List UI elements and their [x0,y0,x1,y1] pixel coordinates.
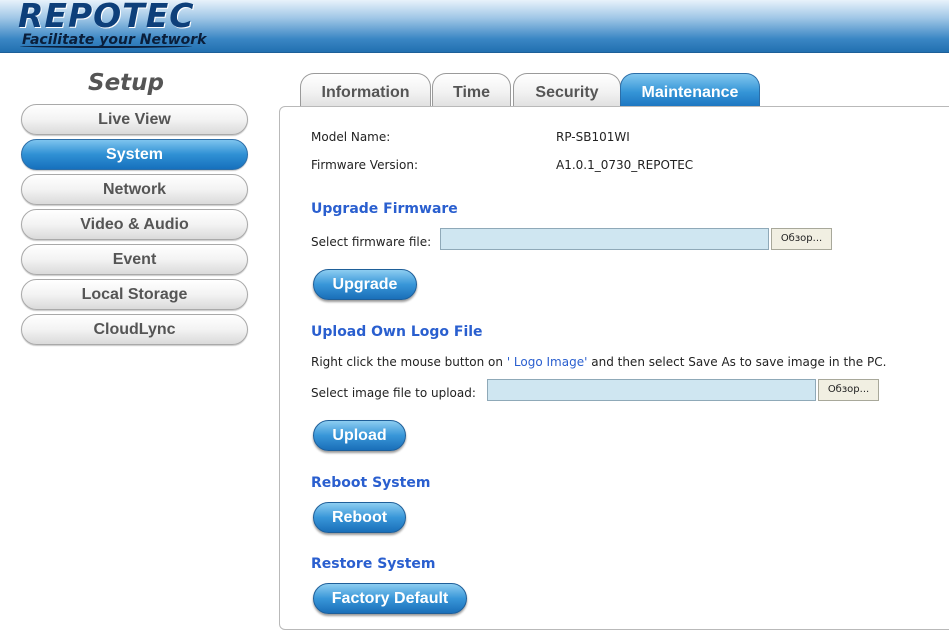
logo-hint-text: Right click the mouse button on ' Logo I… [311,355,886,369]
sidebar-item-network[interactable]: Network [21,174,248,205]
restore-system-title: Restore System [311,556,436,572]
factory-default-button[interactable]: Factory Default [313,583,467,614]
logo-hint-prefix: Right click the mouse button on [311,355,503,369]
logo-swoosh-icon [20,44,192,48]
logo-file-input[interactable] [487,379,816,401]
upgrade-button[interactable]: Upgrade [313,269,417,300]
firmware-version-label: Firmware Version: [311,158,418,172]
sidebar-nav: Live View System Network Video & Audio E… [21,104,248,349]
reboot-button[interactable]: Reboot [313,502,406,533]
firmware-file-input[interactable] [440,228,769,250]
sidebar-item-live-view[interactable]: Live View [21,104,248,135]
maintenance-panel: Model Name: RP-SB101WI Firmware Version:… [279,106,949,630]
repotec-logo: REPOTEC Facilitate your Network [18,0,206,48]
upload-logo-title: Upload Own Logo File [311,324,483,340]
tab-maintenance[interactable]: Maintenance [620,73,760,107]
firmware-file-label: Select firmware file: [311,235,432,249]
model-name-label: Model Name: [311,130,391,144]
model-name-value: RP-SB101WI [556,130,630,144]
logo-main-text: REPOTEC [18,0,195,35]
firmware-browse-button[interactable]: Обзор... [771,228,832,250]
upload-button[interactable]: Upload [313,420,406,451]
logo-image-link[interactable]: ' Logo Image' [507,355,588,369]
sidebar-item-cloudlync[interactable]: CloudLync [21,314,248,345]
tab-time[interactable]: Time [432,73,511,107]
sidebar-item-event[interactable]: Event [21,244,248,275]
upgrade-firmware-title: Upgrade Firmware [311,201,458,217]
logo-file-label: Select image file to upload: [311,386,476,400]
firmware-version-value: A1.0.1_0730_REPOTEC [556,158,694,172]
reboot-system-title: Reboot System [311,475,431,491]
tab-information[interactable]: Information [300,73,431,107]
sidebar-item-local-storage[interactable]: Local Storage [21,279,248,310]
logo-hint-suffix: and then select Save As to save image in… [591,355,887,369]
setup-title: Setup [88,70,164,96]
sidebar-item-system[interactable]: System [21,139,248,170]
top-header: REPOTEC Facilitate your Network [0,0,949,53]
tab-security[interactable]: Security [513,73,621,107]
sidebar-item-video-audio[interactable]: Video & Audio [21,209,248,240]
logo-browse-button[interactable]: Обзор... [818,379,879,401]
